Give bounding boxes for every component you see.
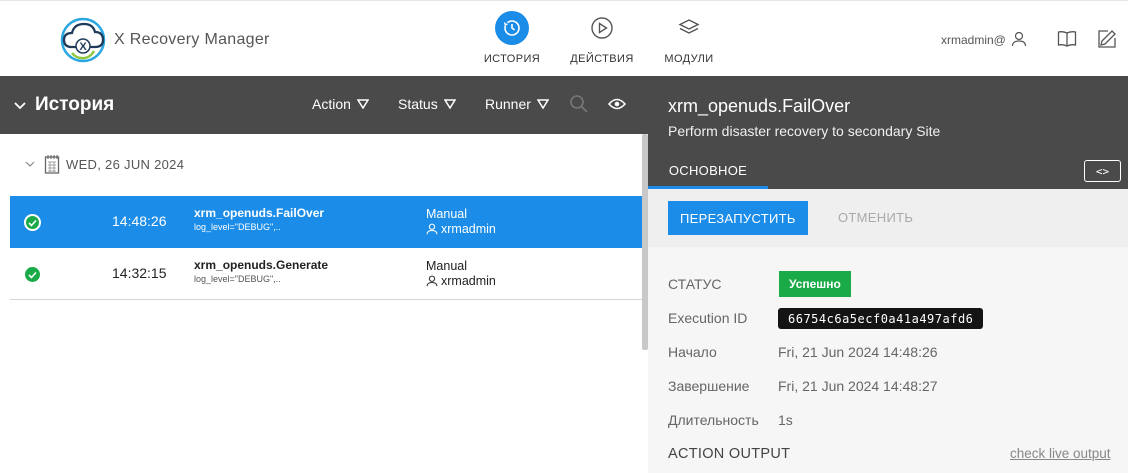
execution-id-value[interactable]: 66754c6a5ecf0a41a497afd6 [778,308,984,329]
chevron-down-icon [25,161,35,167]
collapse-chevron-icon[interactable] [14,98,26,116]
row-runner-type: Manual [426,259,467,273]
filter-action[interactable]: Action [312,96,369,112]
success-check-icon [24,214,41,231]
filter-runner[interactable]: Runner [485,96,549,112]
execution-details: СТАТУС Успешно Execution ID 66754c6a5ecf… [648,247,1128,473]
start-value: Fri, 21 Jun 2024 14:48:26 [778,344,938,360]
user-icon [426,275,438,287]
eye-icon[interactable] [607,97,627,116]
filter-status[interactable]: Status [398,96,456,112]
history-row[interactable]: 14:32:15 xrm_openuds.Generate log_level=… [10,248,643,300]
status-badge: Успешно [779,271,851,297]
row-params: log_level="DEBUG",.. [194,274,281,284]
play-circle-icon [585,11,619,45]
row-action-name: xrm_openuds.FailOver [194,206,325,220]
row-runner-user: xrmadmin [426,222,496,236]
row-time: 14:32:15 [112,265,167,281]
nav-modules[interactable]: МОДУЛИ [649,11,729,65]
filter-runner-label: Runner [485,96,531,112]
svg-text:X: X [79,41,87,53]
end-label: Завершение [668,378,750,394]
filter-status-label: Status [398,96,438,112]
check-live-output-link[interactable]: check live output [1010,446,1111,461]
user-name[interactable]: xrmadmin@ [941,33,1006,47]
date-group-header[interactable]: WED, 26 JUN 2024 [24,154,184,174]
user-icon[interactable] [1011,31,1027,52]
rerun-button[interactable]: ПЕРЕЗАПУСТИТЬ [668,201,808,235]
duration-label: Длительность [668,412,759,428]
execution-description: Perform disaster recovery to secondary S… [668,123,941,139]
row-params: log_level="DEBUG",.. [194,222,281,232]
end-value: Fri, 21 Jun 2024 14:48:27 [778,378,938,394]
row-runner-user: xrmadmin [426,274,496,288]
row-runner-user-name: xrmadmin [441,222,496,236]
status-label: СТАТУС [668,276,722,292]
history-row[interactable]: 14:48:26 xrm_openuds.FailOver log_level=… [10,196,643,248]
app-logo[interactable]: X [58,13,108,65]
user-icon [426,223,438,235]
nav-history[interactable]: ИСТОРИЯ [472,11,552,65]
top-bar: X X Recovery Manager ИСТОРИЯ ДЕЙСТВИЯ МО… [0,0,1128,76]
nav-modules-label: МОДУЛИ [664,53,714,65]
action-buttons-bar: ПЕРЕЗАПУСТИТЬ ОТМЕНИТЬ [648,189,1128,247]
row-runner-type: Manual [426,207,467,221]
filter-action-label: Action [312,96,351,112]
app-title: X Recovery Manager [114,31,270,48]
triangle-down-icon [536,99,549,109]
row-time: 14:48:26 [112,213,167,229]
edit-icon[interactable] [1096,28,1118,55]
row-action-name: xrm_openuds.Generate [194,258,329,272]
start-label: Начало [668,344,717,360]
book-icon[interactable] [1057,30,1077,53]
cancel-button[interactable]: ОТМЕНИТЬ [838,210,913,225]
history-icon [495,11,529,45]
execution-title: xrm_openuds.FailOver [668,96,851,116]
execution-id-label: Execution ID [668,310,748,326]
triangle-down-icon [356,99,369,109]
date-label: WED, 26 JUN 2024 [66,156,185,172]
nav-actions-label: ДЕЙСТВИЯ [570,53,634,65]
layers-icon [672,11,706,45]
calendar-icon [44,155,60,174]
success-check-icon [25,267,40,282]
triangle-down-icon [443,99,456,109]
nav-history-label: ИСТОРИЯ [483,53,541,65]
history-title: История [35,94,115,115]
tab-main[interactable]: ОСНОВНОЕ [648,156,768,189]
duration-value: 1s [778,412,793,428]
row-runner-user-name: xrmadmin [441,274,496,288]
history-header: История Action Status Runner [0,76,648,134]
search-icon[interactable] [569,94,589,119]
code-view-toggle[interactable]: <> [1084,160,1121,182]
execution-header: xrm_openuds.FailOver Perform disaster re… [648,76,1128,189]
action-output-heading: ACTION OUTPUT [668,446,791,462]
nav-actions[interactable]: ДЕЙСТВИЯ [562,11,642,65]
